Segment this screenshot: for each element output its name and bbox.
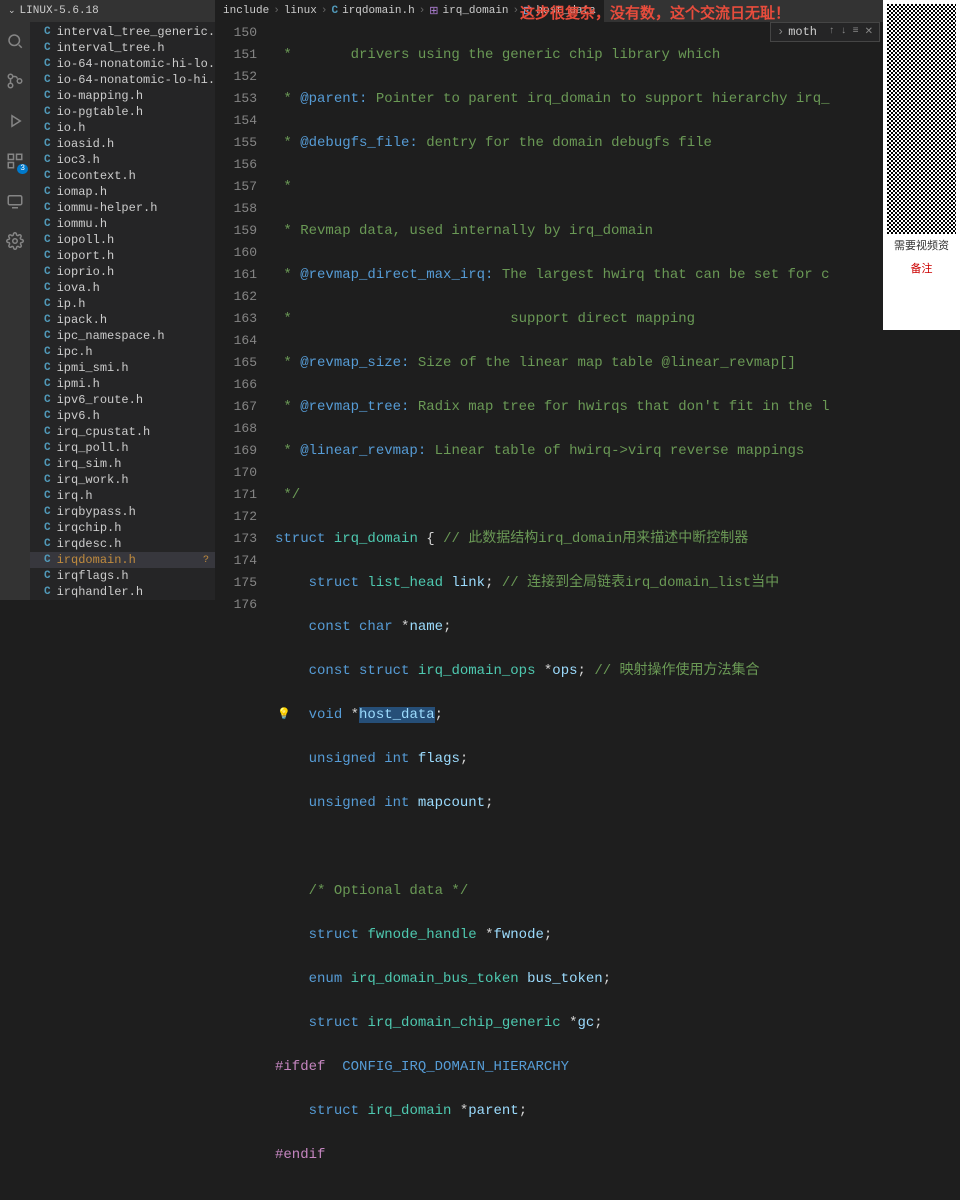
file-explorer: Cinterval_tree_generic.hCinterval_tree.h… [30, 22, 215, 600]
chevron-down-icon[interactable]: ⌄ [8, 6, 16, 16]
file-item[interactable]: Cipc.h [30, 344, 215, 360]
lightbulb-icon[interactable]: 💡 [277, 704, 291, 726]
source-control-icon[interactable] [4, 70, 26, 92]
file-item[interactable]: Cipv6_route.h [30, 392, 215, 408]
file-item[interactable]: Cirqflags.h [30, 568, 215, 584]
file-item[interactable]: Cioprio.h [30, 264, 215, 280]
debug-icon[interactable] [4, 110, 26, 132]
file-item[interactable]: Cioasid.h [30, 136, 215, 152]
activity-bar: 3 [0, 22, 30, 600]
file-item[interactable]: Cioport.h [30, 248, 215, 264]
file-item[interactable]: Ciommu-helper.h [30, 200, 215, 216]
file-item[interactable]: Cipv6.h [30, 408, 215, 424]
qr-panel: 需要视频资 备注 [883, 0, 960, 330]
code-editor[interactable]: 1501511521531541551561571581591601611621… [215, 22, 885, 600]
file-item[interactable]: Ciopoll.h [30, 232, 215, 248]
extensions-icon[interactable]: 3 [4, 150, 26, 172]
file-item[interactable]: Cipmi.h [30, 376, 215, 392]
file-item[interactable]: Ciocontext.h [30, 168, 215, 184]
file-item[interactable]: Cio-mapping.h [30, 88, 215, 104]
overlay-text: 这步很复杂，没有数，这个交流日无耻！ [520, 2, 790, 23]
file-item[interactable]: Cirq_work.h [30, 472, 215, 488]
file-item[interactable]: Cinterval_tree.h [30, 40, 215, 56]
file-item[interactable]: Ciommu.h [30, 216, 215, 232]
remote-icon[interactable] [4, 190, 26, 212]
file-item[interactable]: Cirq_cpustat.h [30, 424, 215, 440]
file-item[interactable]: Cio-pgtable.h [30, 104, 215, 120]
file-item[interactable]: Cirqhandler.h [30, 584, 215, 600]
file-item[interactable]: Cirqchip.h [30, 520, 215, 536]
line-gutter: 1501511521531541551561571581591601611621… [215, 22, 275, 600]
file-item[interactable]: Ciomap.h [30, 184, 215, 200]
file-item[interactable]: Cirq.h [30, 488, 215, 504]
code-area[interactable]: * drivers using the generic chip library… [275, 22, 885, 600]
file-item[interactable]: Cirqdesc.h [30, 536, 215, 552]
file-item[interactable]: Cio-64-nonatomic-hi-lo.h [30, 56, 215, 72]
file-item[interactable]: Cio.h [30, 120, 215, 136]
file-item[interactable]: Cioc3.h [30, 152, 215, 168]
project-title: LINUX-5.6.18 [20, 5, 99, 17]
selected-symbol: host_data [359, 707, 435, 723]
file-item[interactable]: Cipack.h [30, 312, 215, 328]
file-item[interactable]: Cirqdomain.h? [30, 552, 215, 568]
settings-icon[interactable] [4, 230, 26, 252]
file-item[interactable]: Cinterval_tree_generic.h [30, 24, 215, 40]
file-item[interactable]: Cirq_sim.h [30, 456, 215, 472]
file-item[interactable]: Ciova.h [30, 280, 215, 296]
file-item[interactable]: Cipc_namespace.h [30, 328, 215, 344]
file-item[interactable]: Cio-64-nonatomic-lo-hi.h [30, 72, 215, 88]
qr-caption-red: 备注 [887, 260, 956, 276]
file-item[interactable]: Cip.h [30, 296, 215, 312]
file-item[interactable]: Cirqbypass.h [30, 504, 215, 520]
search-icon[interactable] [4, 30, 26, 52]
qr-caption: 需要视频资 [887, 240, 956, 254]
file-item[interactable]: Cirq_poll.h [30, 440, 215, 456]
file-item[interactable]: Cipmi_smi.h [30, 360, 215, 376]
qr-code-image [887, 4, 956, 234]
